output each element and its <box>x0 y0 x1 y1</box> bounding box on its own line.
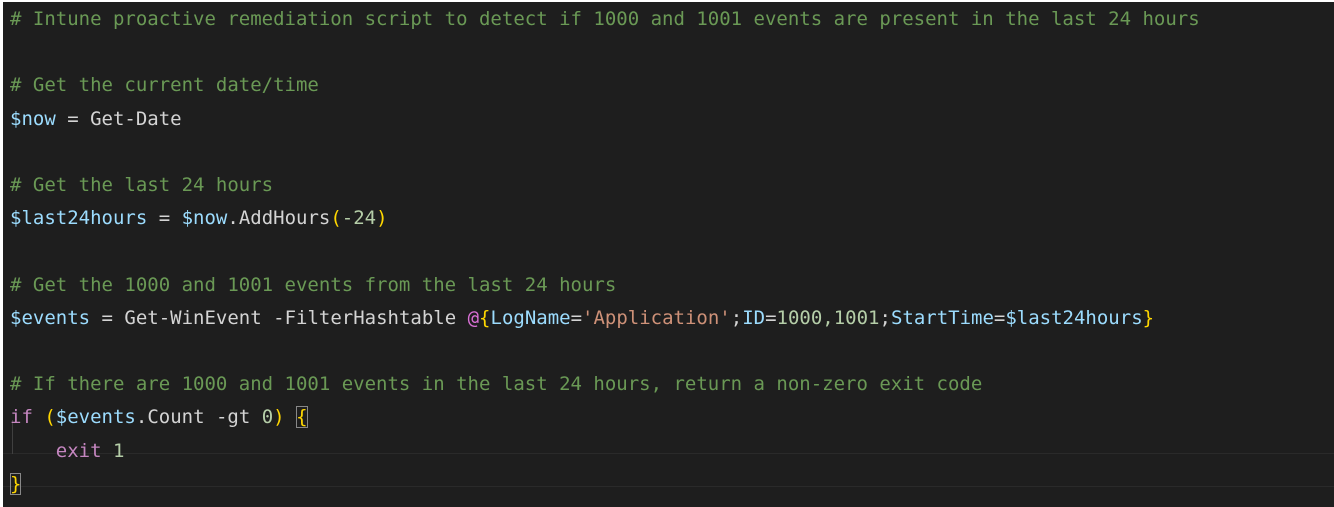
code-token-op: = <box>90 306 125 329</box>
code-token-op: = <box>570 306 583 329</box>
code-token-op: = <box>55 107 91 130</box>
code-token-number: 1 <box>112 439 125 462</box>
code-token-var: LogName <box>490 306 571 329</box>
code-token-comment: # If there are 1000 and 1001 events in t… <box>10 373 983 396</box>
code-token-var: $now <box>181 207 228 230</box>
code-token-brace-gold: } <box>1142 306 1155 329</box>
code-token-var: $last24hours <box>1005 306 1143 329</box>
code-token-brace-gold: { <box>479 306 491 329</box>
code-token-plain: -FilterHashtable <box>261 306 468 329</box>
code-token-var: StartTime <box>890 306 994 329</box>
code-token-number: 1000,1001 <box>776 306 880 329</box>
code-line[interactable] <box>10 334 1334 368</box>
code-token-brace: @ <box>467 306 480 329</box>
code-token-string: 'Application' <box>582 306 731 329</box>
code-token-keyword: if <box>10 406 33 429</box>
code-line[interactable]: $now = Get-Date <box>10 102 1334 136</box>
code-token-comment: # Get the last 24 hours <box>10 174 274 196</box>
code-token-op: ; <box>879 306 891 329</box>
code-token-var: $events <box>10 306 91 329</box>
code-line[interactable]: # Get the last 24 hours <box>10 168 1334 202</box>
code-line[interactable] <box>10 135 1334 169</box>
code-line[interactable]: if ($events.Count -gt 0) { <box>10 400 1334 434</box>
code-line[interactable]: # Intune proactive remediation script to… <box>10 2 1334 36</box>
code-token-keyword: exit <box>55 439 102 462</box>
code-line[interactable]: $last24hours = $now.AddHours(-24) <box>10 201 1334 235</box>
code-token-cmdlet: Get-WinEvent <box>124 306 262 329</box>
code-token-number: 0 <box>261 406 274 429</box>
code-line[interactable]: # Get the 1000 and 1001 events from the … <box>10 268 1334 302</box>
code-token-number: -24 <box>341 207 377 230</box>
code-line[interactable] <box>10 35 1334 69</box>
code-token-op: ; <box>730 306 743 329</box>
code-token-paren: ) <box>273 406 285 429</box>
code-token-op: = <box>765 306 777 329</box>
code-line[interactable]: $events = Get-WinEvent -FilterHashtable … <box>10 301 1334 335</box>
code-token-cmdlet: Get-Date <box>90 107 182 130</box>
code-token-var: $last24hours <box>10 207 148 230</box>
code-token-op: = <box>993 306 1006 329</box>
code-line[interactable]: # If there are 1000 and 1001 events in t… <box>10 367 1334 401</box>
code-token-brace-gold-box: { <box>296 406 308 429</box>
code-token-comment: # Get the current date/time <box>10 74 319 97</box>
code-token-comment: # Intune proactive remediation script to… <box>10 8 1200 30</box>
code-token-op: = <box>147 207 182 230</box>
code-line[interactable]: # Get the current date/time <box>10 68 1334 102</box>
code-token-brace-gold-box: } <box>10 472 22 495</box>
code-line[interactable] <box>10 234 1334 268</box>
code-token-var: ID <box>742 306 766 329</box>
code-token-paren: ( <box>330 207 342 230</box>
code-token-var: $now <box>10 107 56 130</box>
code-token-var: $events <box>55 406 136 429</box>
code-line[interactable]: exit 1 <box>10 434 1334 468</box>
code-token-plain: .AddHours <box>227 207 331 230</box>
code-token-comment: # Get the 1000 and 1001 events from the … <box>10 273 617 296</box>
code-token-paren: ( <box>44 406 56 429</box>
code-line[interactable]: } <box>10 467 1334 501</box>
code-editor[interactable]: # Intune proactive remediation script to… <box>0 0 1334 507</box>
code-token-plain: .Count -gt <box>135 406 262 429</box>
code-token-paren: ) <box>376 207 388 230</box>
